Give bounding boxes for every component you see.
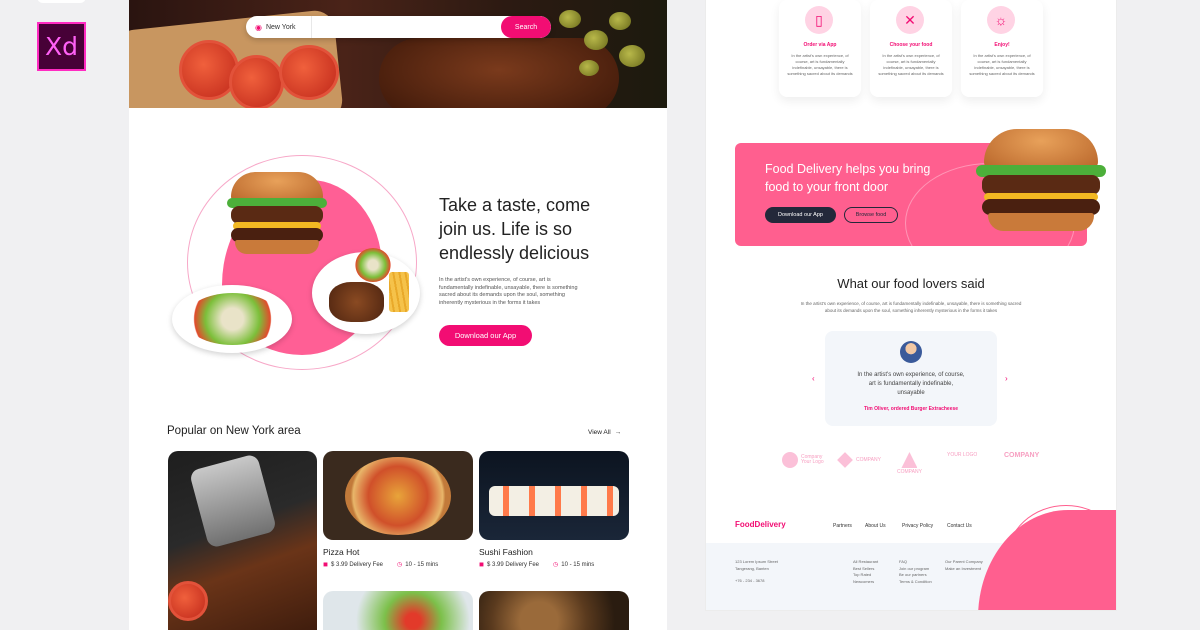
artboard-home: ◉ New York Search Take a taste, come joi…	[129, 0, 667, 630]
card-title[interactable]: Pizza Hot	[323, 547, 359, 557]
xd-logo: Xd	[37, 22, 86, 71]
intro-illustration	[167, 150, 427, 380]
artboard-landing: ▯ Order via App In the artist's own expe…	[706, 0, 1116, 610]
step-body: In the artist's own experience, of cours…	[878, 53, 944, 76]
pink-blob	[978, 510, 1116, 610]
burger-image	[976, 129, 1106, 234]
salad	[185, 293, 280, 345]
footer-nav-privacy[interactable]: Privacy Policy	[902, 523, 933, 529]
chevron-left-icon[interactable]: ‹	[812, 374, 815, 383]
footer-logo[interactable]: FoodDelivery	[735, 520, 786, 529]
banner-download-button[interactable]: Download our App	[765, 207, 836, 223]
olive	[584, 30, 608, 50]
fork-knife-icon: ✕	[896, 6, 924, 34]
browse-food-button[interactable]: Browse food	[844, 207, 898, 223]
search-button[interactable]: Search	[501, 16, 551, 38]
bike-icon: ◼	[323, 562, 328, 568]
promo-banner: Food Delivery helps you bring food to yo…	[735, 129, 1106, 283]
footer-links-col3: Our Parent Company Make an Investment	[945, 559, 983, 571]
step-card: ▯ Order via App In the artist's own expe…	[779, 0, 861, 97]
popular-title: Popular on New York area	[167, 425, 301, 437]
step-body: In the artist's own experience, of cours…	[969, 53, 1035, 76]
search-input[interactable]	[312, 16, 501, 38]
window-tab	[37, 0, 86, 3]
intro-title: Take a taste, come join us. Life is so e…	[439, 195, 591, 263]
step-title: Enjoy!	[994, 42, 1010, 48]
footer-links-col1: All Restaurant Best Sellers Top Rated Newco…	[853, 559, 879, 584]
view-all-link[interactable]: View All →	[588, 429, 621, 436]
card-title[interactable]: Sushi Fashion	[479, 547, 533, 557]
arrow-right-icon: →	[614, 429, 622, 436]
fries	[389, 272, 409, 312]
olive	[579, 60, 599, 76]
card-meta: ◼ $ 3.99 Delivery Fee ◷ 10 - 15 mins	[479, 561, 595, 569]
steak	[329, 282, 384, 322]
step-title: Order via App	[803, 42, 837, 48]
intro-body: In the artist's own experience, of cours…	[439, 277, 578, 306]
tomato-slice	[279, 45, 339, 100]
salad-card-image[interactable]	[323, 591, 473, 630]
olive	[609, 12, 631, 30]
step-card: ✕ Choose your food In the artist's own e…	[870, 0, 952, 97]
testimonial-quote: In the artist's own experience, of cours…	[857, 372, 965, 396]
card-meta: ◼ $ 3.99 Delivery Fee ◷ 10 - 15 mins	[323, 561, 439, 569]
step-title: Choose your food	[889, 42, 933, 48]
step-body: In the artist's own experience, of cours…	[787, 53, 853, 76]
bike-icon: ☼	[987, 6, 1015, 34]
bread-card-image[interactable]	[479, 591, 629, 630]
footer-address: 123 Lorem Ipsum Street Tangerang, Banten	[735, 559, 778, 571]
clock-icon: ◷	[553, 562, 559, 568]
testimonial-author: Tim Oliver, ordered Burger Extracheese	[863, 406, 959, 412]
avatar	[900, 341, 922, 363]
testimonial-card: In the artist's own experience, of cours…	[825, 331, 997, 426]
location-label: New York	[265, 23, 296, 31]
side-salad-bowl	[355, 248, 391, 282]
footer-phone: +76 - 234 - 3678	[735, 578, 765, 583]
location-select[interactable]: ◉ New York	[246, 16, 312, 38]
brand-logo: Company Your Logo	[782, 452, 829, 468]
search-bar: ◉ New York Search	[246, 16, 551, 38]
tomato-slice	[229, 55, 284, 108]
map-pin-icon: ◉	[255, 22, 262, 32]
brand-logo: YOUR LOGO	[947, 452, 978, 458]
footer-nav-partners[interactable]: Partners	[833, 523, 852, 529]
testimonials-subtitle: In the artist's own experience, of cours…	[800, 301, 1022, 313]
featured-ribs-image[interactable]	[168, 451, 317, 630]
olive	[559, 10, 581, 28]
chevron-right-icon[interactable]: ›	[1005, 374, 1008, 383]
brand-logo: COMPANY	[1004, 452, 1040, 459]
bike-icon: ◼	[479, 562, 484, 568]
banner-title: Food Delivery helps you bring food to yo…	[765, 162, 931, 194]
pizza-image[interactable]	[323, 451, 473, 540]
sushi-image[interactable]	[479, 451, 629, 540]
testimonials-title: What our food lovers said	[837, 276, 985, 291]
phone-icon: ▯	[805, 6, 833, 34]
hero-image: ◉ New York Search	[129, 0, 667, 108]
brand-logo: COMPANY	[897, 452, 922, 475]
footer-nav-contact[interactable]: Contact Us	[947, 523, 972, 529]
brand-logo: COMPANY	[837, 452, 881, 468]
footer-nav-about[interactable]: About Us	[865, 523, 886, 529]
burger-image	[227, 172, 327, 257]
olive	[619, 45, 645, 67]
download-app-button[interactable]: Download our App	[439, 325, 532, 346]
step-card: ☼ Enjoy! In the artist's own experience,…	[961, 0, 1043, 97]
footer-links-col2: FAQ Join our program Be our partners Terms …	[899, 559, 932, 584]
clock-icon: ◷	[397, 562, 403, 568]
